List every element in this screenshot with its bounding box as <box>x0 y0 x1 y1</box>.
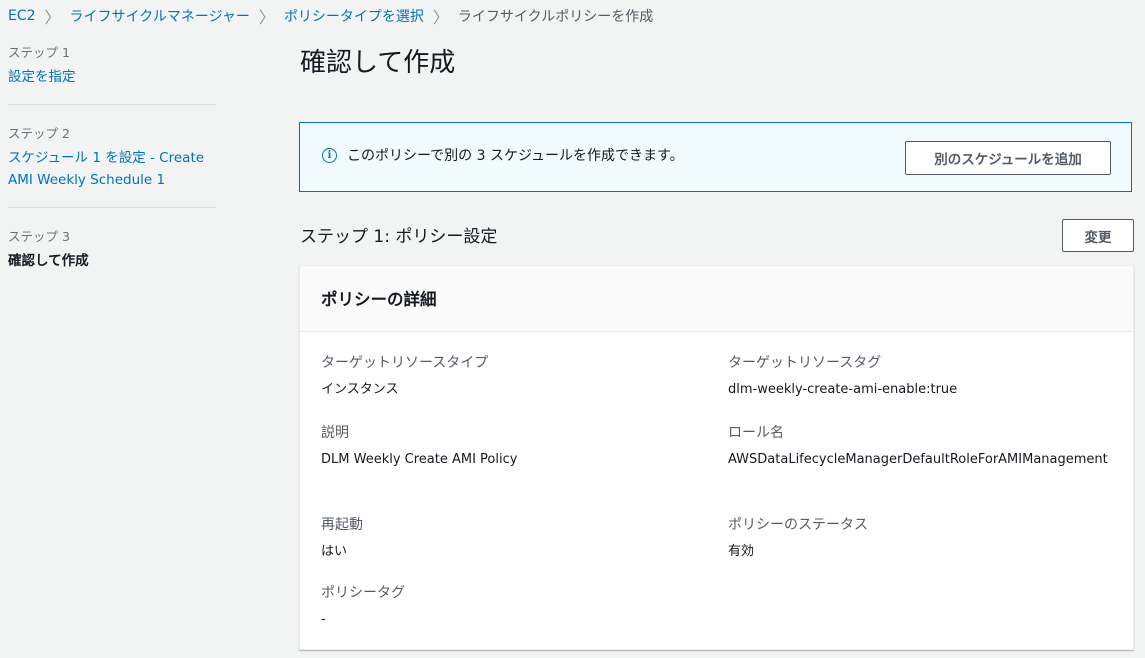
field-label: ロール名 <box>728 425 784 441</box>
chevron-right-icon: 〉 <box>258 8 275 27</box>
info-text: このポリシーで別の 3 スケジュールを作成できます。 <box>347 148 684 164</box>
field-value: - <box>321 612 326 627</box>
add-schedule-button[interactable]: 別のスケジュールを追加 <box>905 141 1111 175</box>
chevron-right-icon: 〉 <box>44 8 61 27</box>
field-value: インスタンス <box>321 382 399 397</box>
breadcrumb-lifecycle-manager[interactable]: ライフサイクルマネージャー <box>70 6 250 26</box>
field-label: ターゲットリソースタイプ <box>321 355 489 371</box>
policy-details-card: ポリシーの詳細 ターゲットリソースタイプ インスタンス ターゲットリソースタグ … <box>299 265 1134 650</box>
reboot: 再起動 はい <box>321 514 701 563</box>
info-icon: i <box>322 148 337 163</box>
field-value: 有効 <box>728 544 755 559</box>
wizard-step-1: ステップ 1 設定を指定 <box>8 42 216 105</box>
field-value: AWSDataLifecycleManagerDefaultRoleForAMI… <box>728 452 1108 467</box>
field-value: DLM Weekly Create AMI Policy <box>321 452 518 467</box>
wizard-step-3: ステップ 3 確認して作成 <box>8 226 216 288</box>
page-title: 確認して作成 <box>300 48 456 78</box>
field-label: ターゲットリソースタグ <box>728 355 882 371</box>
info-alert: i このポリシーで別の 3 スケジュールを作成できます。 別のスケジュールを追加 <box>299 122 1132 192</box>
wizard-steps: ステップ 1 設定を指定 ステップ 2 スケジュール 1 を設定 - Creat… <box>8 42 216 306</box>
step-link-configure-schedule[interactable]: スケジュール 1 を設定 - Create AMI Weekly Schedul… <box>8 147 216 191</box>
breadcrumb: EC2 〉 ライフサイクルマネージャー 〉 ポリシータイプを選択 〉 ライフサイ… <box>8 4 653 28</box>
target-resource-type: ターゲットリソースタイプ インスタンス <box>321 352 701 401</box>
breadcrumb-ec2[interactable]: EC2 <box>8 8 36 24</box>
edit-button[interactable]: 変更 <box>1062 219 1134 252</box>
step-link-specify-settings[interactable]: 設定を指定 <box>8 66 216 88</box>
field-label: ポリシーのステータス <box>728 517 868 533</box>
field-label: 説明 <box>321 425 349 441</box>
breadcrumb-select-policy-type[interactable]: ポリシータイプを選択 <box>284 6 424 26</box>
card-title: ポリシーの詳細 <box>300 266 1133 332</box>
policy-tags: ポリシータグ - <box>321 582 701 631</box>
section-title: ステップ 1: ポリシー設定 <box>300 227 498 247</box>
description: 説明 DLM Weekly Create AMI Policy <box>321 422 701 471</box>
wizard-step-2: ステップ 2 スケジュール 1 を設定 - Create AMI Weekly … <box>8 123 216 208</box>
field-label: ポリシータグ <box>321 585 405 601</box>
field-value: はい <box>321 544 348 559</box>
field-value: dlm-weekly-create-ami-enable:true <box>728 382 958 397</box>
field-label: 再起動 <box>321 517 363 533</box>
chevron-right-icon: 〉 <box>432 8 449 27</box>
step-number: ステップ 2 <box>8 126 70 141</box>
step-number: ステップ 1 <box>8 45 70 60</box>
policy-status: ポリシーのステータス 有効 <box>728 514 1113 563</box>
step-current-review: 確認して作成 <box>8 253 89 269</box>
breadcrumb-current: ライフサイクルポリシーを作成 <box>457 9 654 25</box>
target-resource-tag: ターゲットリソースタグ dlm-weekly-create-ami-enable… <box>728 352 1113 401</box>
step-number: ステップ 3 <box>8 229 70 244</box>
role-name: ロール名 AWSDataLifecycleManagerDefaultRoleF… <box>728 422 1113 471</box>
